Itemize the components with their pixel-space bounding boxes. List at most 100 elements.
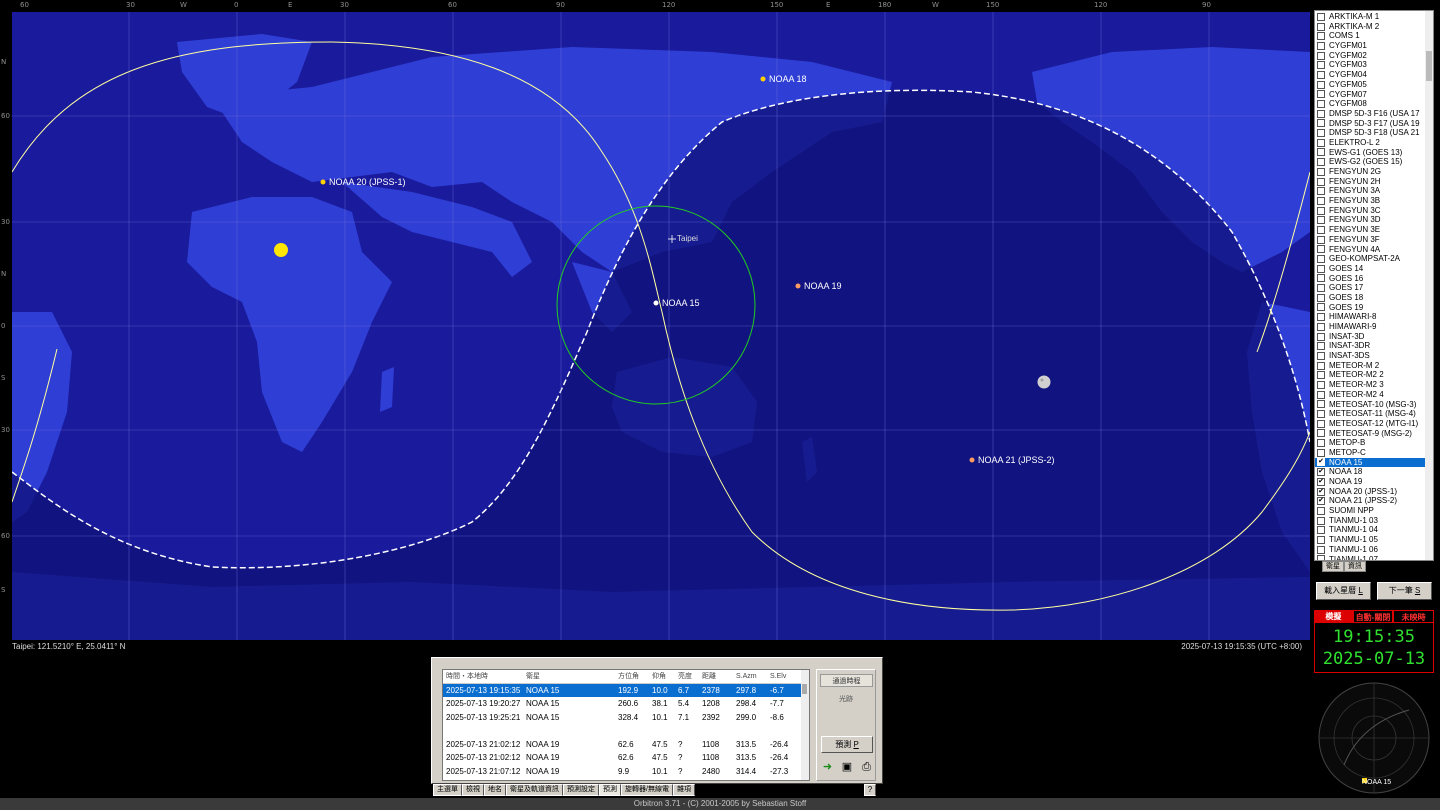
print-icon[interactable]: ⎙ [860, 761, 873, 774]
bottom-tab[interactable]: 預測 [599, 784, 621, 796]
satellite-list-item[interactable]: INSAT-3DS [1315, 351, 1433, 361]
save-icon[interactable]: ▣ [841, 761, 854, 774]
satellite-checkbox[interactable] [1317, 225, 1325, 234]
pass-row[interactable]: 2025-07-13 21:02:12 NOAA 19 62.6 47.5? 1108 3… [443, 738, 809, 752]
satellite-checkbox[interactable] [1317, 429, 1325, 438]
daylight-indicator[interactable]: 未映時 [1393, 610, 1435, 623]
pass-row[interactable]: 2025-07-13 19:15:35 NOAA 15 192.9 10.0 6.7 23… [443, 683, 809, 697]
satellite-list-item[interactable]: CYGFM01 [1315, 41, 1433, 51]
satellite-checkbox[interactable] [1317, 129, 1325, 138]
mode-indicators[interactable]: 模擬 自動-關閉 未映時 [1314, 610, 1435, 623]
satellite-checkbox[interactable] [1317, 235, 1325, 244]
satellite-list-item[interactable]: METEOSAT-11 (MSG-4) [1315, 409, 1433, 419]
sat-dot-noaa-18[interactable] [760, 76, 766, 82]
satellite-checkbox[interactable] [1317, 351, 1325, 360]
satellite-list-item[interactable]: CYGFM07 [1315, 90, 1433, 100]
satellite-checkbox[interactable] [1317, 313, 1325, 322]
satellite-list-item[interactable]: COMS 1 [1315, 31, 1433, 41]
satellite-checkbox[interactable] [1317, 545, 1325, 554]
satellite-list-item[interactable]: ✔ NOAA 18 [1315, 467, 1433, 477]
satellite-list-item[interactable]: ✔ NOAA 21 (JPSS-2) [1315, 496, 1433, 506]
arrow-right-icon[interactable]: ➜ [821, 761, 834, 774]
satellite-list-item[interactable]: CYGFM05 [1315, 80, 1433, 90]
satellite-list-item[interactable]: DMSP 5D-3 F18 (USA 21 [1315, 128, 1433, 138]
satellite-checkbox[interactable] [1317, 245, 1325, 254]
pass-table[interactable]: 時間・本地時 衛星 方位角 仰角 亮度 距離 S.Azm S.Elv 2025-… [442, 669, 810, 781]
sat-label-noaa-18[interactable]: NOAA 18 [769, 74, 807, 84]
satellite-list-item[interactable]: EWS-G1 (GOES 13) [1315, 148, 1433, 158]
satellite-list-item[interactable]: TIANMU-1 03 [1315, 516, 1433, 526]
satellite-list-item[interactable]: CYGFM03 [1315, 60, 1433, 70]
sat-dot-noaa-19[interactable] [795, 283, 801, 289]
satellite-checkbox[interactable] [1317, 361, 1325, 370]
scrollbar-thumb[interactable] [1426, 51, 1432, 81]
satellite-checkbox[interactable] [1317, 342, 1325, 351]
satellite-list-item[interactable]: METEOR-M2 2 [1315, 370, 1433, 380]
satellite-list-item[interactable]: FENGYUN 2H [1315, 177, 1433, 187]
satellite-list-item[interactable]: FENGYUN 3B [1315, 196, 1433, 206]
satellite-checkbox[interactable] [1317, 119, 1325, 128]
simulation-mode-toggle[interactable]: 模擬 [1314, 610, 1353, 623]
satellite-list-item[interactable]: GOES 19 [1315, 303, 1433, 313]
satellite-list-item[interactable]: METEOR-M2 3 [1315, 380, 1433, 390]
satellite-list-item[interactable]: TIANMU-1 05 [1315, 535, 1433, 545]
satellite-list-item[interactable]: CYGFM02 [1315, 51, 1433, 61]
satellite-list[interactable]: ARKTIKA-M 1 ARKTIKA-M 2 COMS 1 CYGFM01 CYGFM… [1314, 10, 1434, 561]
satellite-checkbox[interactable] [1317, 380, 1325, 389]
satellite-list-item[interactable]: METEOR-M 2 [1315, 361, 1433, 371]
satellite-list-item[interactable]: FENGYUN 4A [1315, 245, 1433, 255]
satellite-checkbox[interactable] [1317, 390, 1325, 399]
sat-dot-noaa-21[interactable] [969, 457, 975, 463]
satellite-list-item[interactable]: ELEKTRO-L 2 [1315, 138, 1433, 148]
satellite-checkbox[interactable] [1317, 535, 1325, 544]
pass-table-scrollbar[interactable] [801, 670, 809, 780]
satellite-list-item[interactable]: HIMAWARI-9 [1315, 322, 1433, 332]
satellite-list-item[interactable]: ✔ NOAA 19 [1315, 477, 1433, 487]
satellite-checkbox[interactable] [1317, 303, 1325, 312]
sat-label-noaa-20[interactable]: NOAA 20 (JPSS-1) [329, 177, 406, 187]
bottom-tab[interactable]: 主選單 [433, 784, 462, 796]
bottom-tab[interactable]: 地名 [484, 784, 506, 796]
pass-row[interactable] [443, 724, 809, 738]
satellite-list-item[interactable]: METEOSAT-12 (MTG-I1) [1315, 419, 1433, 429]
satellite-checkbox[interactable] [1317, 439, 1325, 448]
bottom-tabs[interactable]: 主選單 檢視 地名 衛星及軌道資訊 預測設定 預測 旋轉器/無線電 雜項 [433, 784, 695, 796]
satellite-checkbox[interactable] [1317, 206, 1325, 215]
satellite-checkbox[interactable] [1317, 187, 1325, 196]
satellite-checkbox[interactable]: ✔ [1317, 487, 1325, 496]
bottom-tab[interactable]: 旋轉器/無線電 [621, 784, 673, 796]
bottom-tab[interactable]: 衛星及軌道資訊 [506, 784, 563, 796]
satellite-checkbox[interactable] [1317, 284, 1325, 293]
satellite-list-item[interactable]: FENGYUN 3A [1315, 186, 1433, 196]
load-tle-button[interactable]: 載入星曆 L [1316, 582, 1371, 600]
satellite-checkbox[interactable] [1317, 371, 1325, 380]
satellite-list-item[interactable]: ARKTIKA-M 2 [1315, 22, 1433, 32]
satellite-checkbox[interactable] [1317, 274, 1325, 283]
satellite-list-item[interactable]: INSAT-3D [1315, 332, 1433, 342]
satellite-checkbox[interactable] [1317, 526, 1325, 535]
satellite-checkbox[interactable]: ✔ [1317, 458, 1325, 467]
satellite-checkbox[interactable] [1317, 22, 1325, 31]
satellite-checkbox[interactable] [1317, 61, 1325, 70]
satellite-checkbox[interactable] [1317, 109, 1325, 118]
next-button[interactable]: 下一筆 S [1377, 582, 1432, 600]
satellite-checkbox[interactable] [1317, 158, 1325, 167]
sat-dot-noaa-20[interactable] [320, 179, 326, 185]
satellite-checkbox[interactable] [1317, 293, 1325, 302]
satellite-list-item[interactable]: CYGFM04 [1315, 70, 1433, 80]
satellite-checkbox[interactable]: ✔ [1317, 468, 1325, 477]
pass-row[interactable]: 2025-07-13 21:02:12 NOAA 19 62.6 47.5? 1108 3… [443, 751, 809, 765]
satellite-checkbox[interactable] [1317, 177, 1325, 186]
satellite-list-item[interactable]: ARKTIKA-M 1 [1315, 12, 1433, 22]
pass-scroll-thumb[interactable] [802, 684, 807, 694]
satellite-list-item[interactable]: INSAT-3DR [1315, 341, 1433, 351]
satellite-list-scrollbar[interactable] [1425, 11, 1433, 560]
sat-label-noaa-21[interactable]: NOAA 21 (JPSS-2) [978, 455, 1055, 465]
satellite-checkbox[interactable] [1317, 70, 1325, 79]
satellite-checkbox[interactable] [1317, 322, 1325, 331]
bottom-tab[interactable]: 預測設定 [563, 784, 599, 796]
tab-info[interactable]: 資訊 [1344, 561, 1366, 572]
satellite-list-item[interactable]: ✔ NOAA 15 [1315, 457, 1433, 468]
sat-label-noaa-19[interactable]: NOAA 19 [804, 281, 842, 291]
satellite-list-item[interactable]: DMSP 5D-3 F17 (USA 19 [1315, 119, 1433, 129]
